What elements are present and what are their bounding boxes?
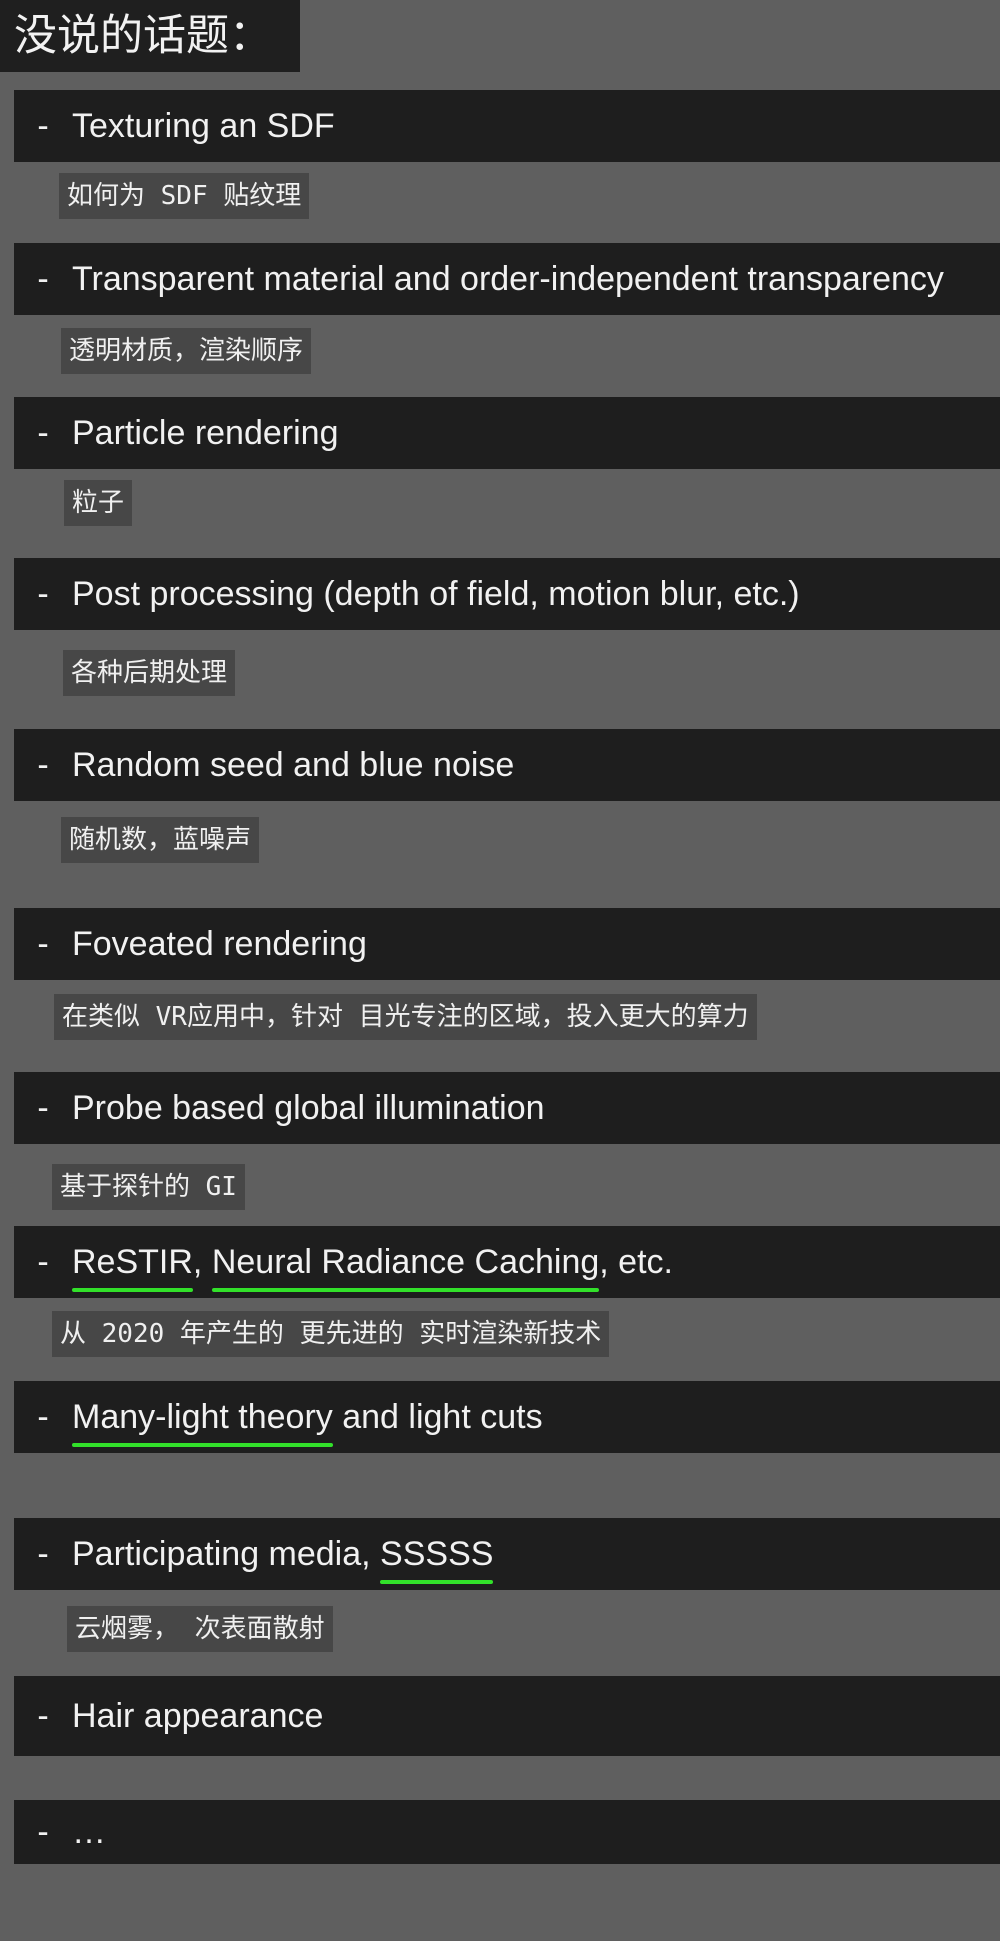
topic-row-foveated: - Foveated rendering <box>14 908 1000 980</box>
topic-note: 随机数，蓝噪声 <box>61 817 260 863</box>
topic-label: Hair appearance <box>72 1696 324 1735</box>
bullet-dash: - <box>37 107 49 145</box>
topic-row-participating-media: - Participating media, SSSSS <box>14 1518 1000 1590</box>
bullet-dash: - <box>37 260 49 298</box>
bullet-dash: - <box>37 1243 49 1281</box>
page-title: 没说的话题： <box>0 0 300 72</box>
topic-text: Probe based global illumination <box>72 1088 545 1129</box>
bullet-dash: - <box>37 575 49 613</box>
topic-row-ellipsis: - … <box>14 1800 1000 1864</box>
topic-row-texturing-sdf: - Texturing an SDF <box>14 90 1000 162</box>
topic-label: Texturing an SDF <box>72 106 335 145</box>
highlight-restir: ReSTIR <box>72 1242 193 1293</box>
topic-text: Participating media, SSSSS <box>72 1534 494 1585</box>
bullet-dash: - <box>37 1398 49 1436</box>
topic-note: 粒子 <box>64 480 133 526</box>
bullet-dash: - <box>37 1813 49 1851</box>
topic-row-random-seed: - Random seed and blue noise <box>14 729 1000 801</box>
topic-row-particle: - Particle rendering <box>14 397 1000 469</box>
topic-text: Hair appearance <box>72 1696 323 1737</box>
topic-text: … <box>72 1812 106 1853</box>
topic-note: 在类似 VR应用中，针对 目光专注的区域，投入更大的算力 <box>54 994 757 1040</box>
topic-text: Many-light theory and light cuts <box>72 1397 543 1448</box>
topic-label: Foveated rendering <box>72 924 367 963</box>
topic-note: 各种后期处理 <box>63 650 236 696</box>
topic-separator: , <box>192 1242 212 1281</box>
bullet-dash: - <box>37 746 49 784</box>
topic-row-post-processing: - Post processing (depth of field, motio… <box>14 558 1000 630</box>
topic-label: Probe based global illumination <box>72 1088 545 1127</box>
highlight-sssss: SSSSS <box>380 1534 494 1585</box>
topic-label: Participating media, <box>72 1534 381 1573</box>
topic-row-transparency: - Transparent material and order-indepen… <box>14 243 1000 315</box>
topic-suffix: , etc. <box>599 1242 673 1281</box>
topic-text: ReSTIR, Neural Radiance Caching, etc. <box>72 1242 673 1293</box>
topic-row-many-light: - Many-light theory and light cuts <box>14 1381 1000 1453</box>
bullet-dash: - <box>37 1535 49 1573</box>
topic-suffix: and light cuts <box>332 1397 543 1436</box>
topic-row-probe-gi: - Probe based global illumination <box>14 1072 1000 1144</box>
topic-note: 基于探针的 GI <box>52 1164 245 1210</box>
topic-label: … <box>72 1812 106 1851</box>
topic-label: Random seed and blue noise <box>72 745 515 784</box>
bullet-dash: - <box>37 414 49 452</box>
bullet-dash: - <box>37 925 49 963</box>
highlight-neural-radiance-caching: Neural Radiance Caching <box>211 1242 600 1293</box>
topic-text: Transparent material and order-independe… <box>72 259 944 300</box>
topic-note: 如何为 SDF 贴纹理 <box>59 173 310 219</box>
bullet-dash: - <box>37 1089 49 1127</box>
topic-text: Particle rendering <box>72 413 338 454</box>
topic-row-hair: - Hair appearance <box>14 1676 1000 1756</box>
bullet-dash: - <box>37 1697 49 1735</box>
topic-note: 从 2020 年产生的 更先进的 实时渲染新技术 <box>52 1311 610 1357</box>
topic-label: Transparent material and order-independe… <box>72 259 944 298</box>
topic-label: Post processing (depth of field, motion … <box>72 574 800 613</box>
topic-text: Texturing an SDF <box>72 106 335 147</box>
topic-note: 云烟雾， 次表面散射 <box>67 1606 333 1652</box>
topic-text: Post processing (depth of field, motion … <box>72 574 800 615</box>
highlight-many-light-theory: Many-light theory <box>72 1397 333 1448</box>
topic-note: 透明材质，渲染顺序 <box>61 328 312 374</box>
topic-row-restir: - ReSTIR, Neural Radiance Caching, etc. <box>14 1226 1000 1298</box>
topic-label: Particle rendering <box>72 413 339 452</box>
topic-text: Random seed and blue noise <box>72 745 514 786</box>
topic-text: Foveated rendering <box>72 924 367 965</box>
